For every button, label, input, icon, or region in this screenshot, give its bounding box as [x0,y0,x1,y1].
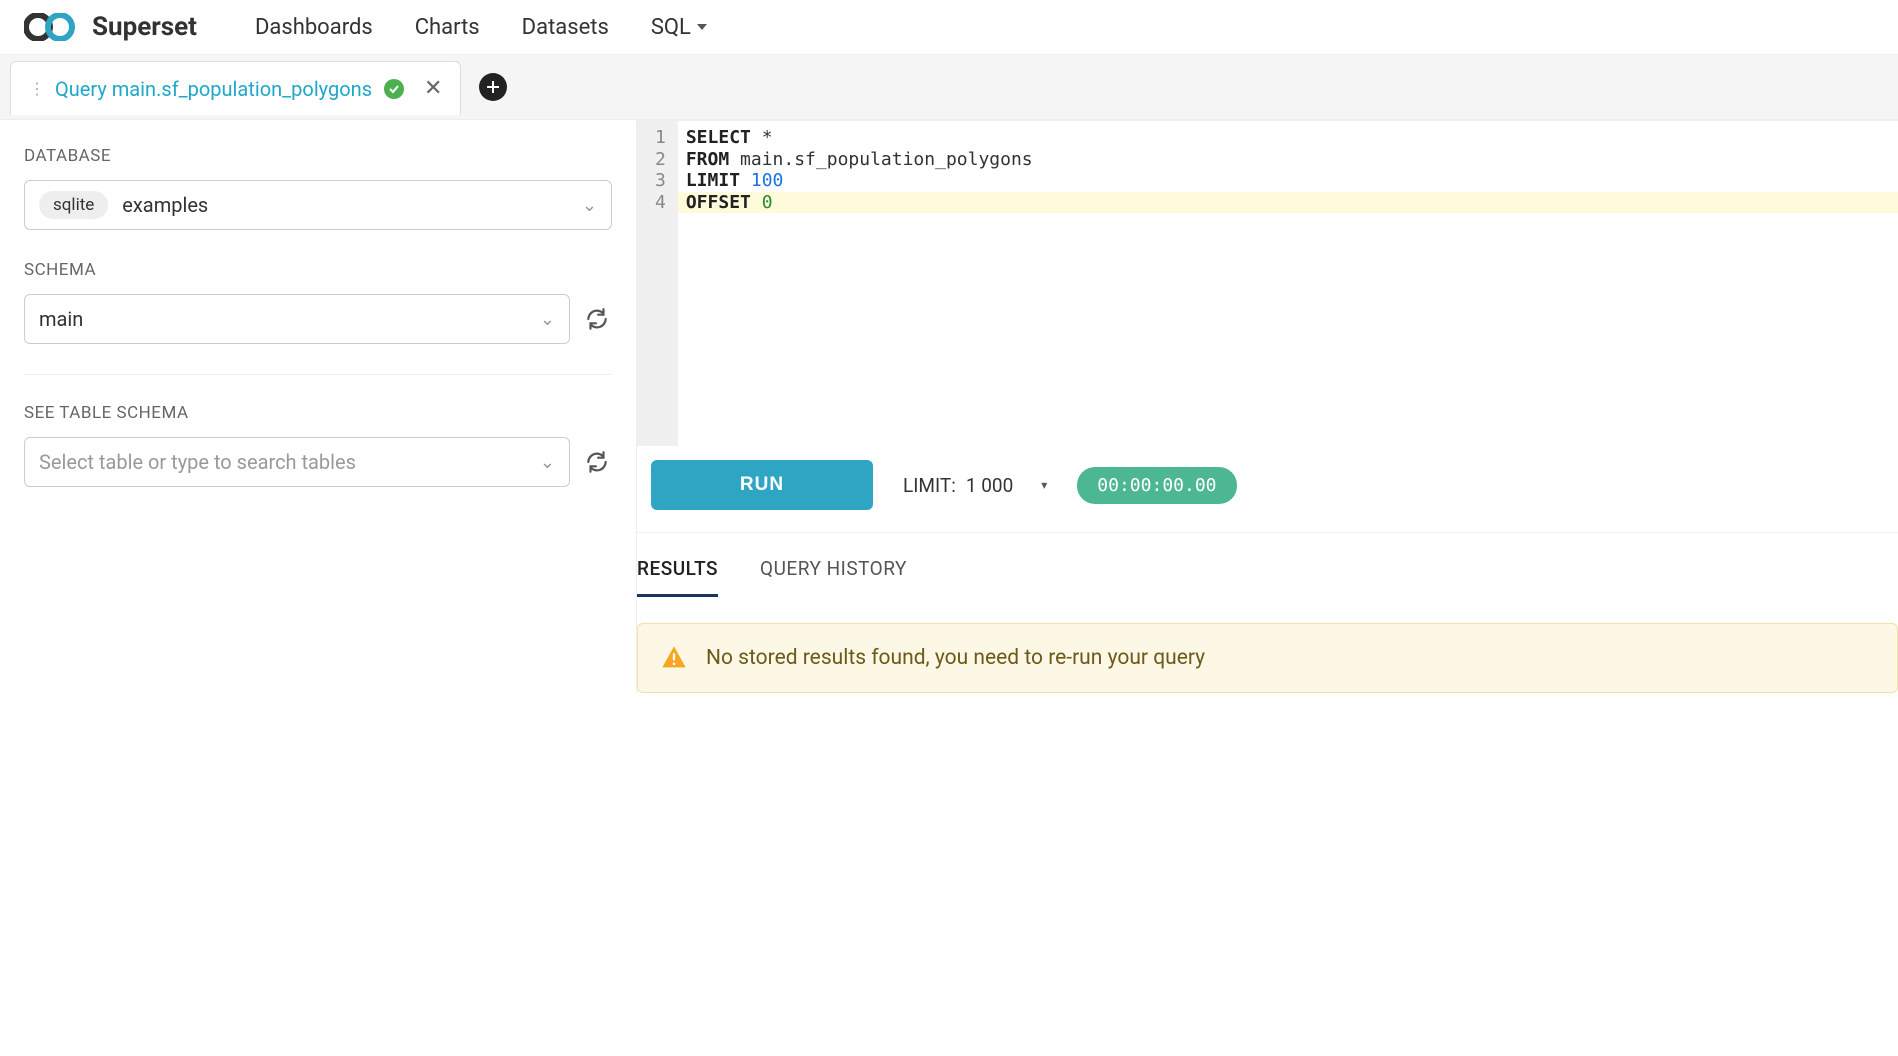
table-placeholder: Select table or type to search tables [39,450,356,474]
nav-sql-label: SQL [651,15,691,40]
code-lines[interactable]: SELECT * FROM main.sf_population_polygon… [678,121,1898,446]
sql-editor[interactable]: 1 2 3 4 SELECT * FROM main.sf_population… [637,120,1898,446]
chevron-down-icon: ⌄ [540,452,555,473]
table-label: SEE TABLE SCHEMA [24,403,612,423]
brand-logo[interactable]: Superset [24,12,197,42]
chevron-down-icon: ▾ [1041,478,1047,492]
nav-dashboards[interactable]: Dashboards [255,15,373,40]
query-timer: 00:00:00.00 [1077,467,1236,504]
code-line: LIMIT 100 [678,170,1898,192]
nav-charts[interactable]: Charts [415,15,480,40]
editor-area: 1 2 3 4 SELECT * FROM main.sf_population… [636,120,1898,693]
nav-datasets[interactable]: Datasets [522,15,609,40]
superset-logo-icon [24,13,82,41]
schema-section: SCHEMA main ⌄ [24,260,612,344]
close-tab-button[interactable]: ✕ [424,76,442,101]
schema-label: SCHEMA [24,260,612,280]
no-results-alert: No stored results found, you need to re-… [637,623,1898,693]
code-line: OFFSET 0 [678,192,1898,214]
run-button[interactable]: RUN [651,460,873,510]
table-section: SEE TABLE SCHEMA Select table or type to… [24,403,612,487]
query-tab-bar: ⋮ Query main.sf_population_polygons ✕ [0,54,1898,120]
refresh-icon [584,306,610,332]
alert-text: No stored results found, you need to re-… [706,646,1205,670]
db-type-badge: sqlite [39,191,108,219]
database-select[interactable]: sqlite examples ⌄ [24,180,612,230]
warning-icon [660,644,688,672]
table-select[interactable]: Select table or type to search tables ⌄ [24,437,570,487]
add-tab-button[interactable] [479,73,507,101]
chevron-down-icon [697,24,707,30]
line-number: 1 [655,127,666,149]
tab-drag-handle-icon[interactable]: ⋮ [29,79,43,98]
brand-text: Superset [92,12,197,42]
editor-controls: RUN LIMIT: 1 000 ▾ 00:00:00.00 [637,446,1898,533]
schema-value: main [39,307,83,331]
limit-select[interactable]: LIMIT: 1 000 ▾ [903,474,1047,497]
database-section: DATABASE sqlite examples ⌄ [24,146,612,230]
result-tabs: RESULTS QUERY HISTORY [637,533,1898,597]
db-value: examples [122,193,208,217]
limit-value: 1 000 [966,474,1013,497]
tab-query-history[interactable]: QUERY HISTORY [760,557,907,597]
database-label: DATABASE [24,146,612,166]
tab-results[interactable]: RESULTS [637,557,718,597]
query-tab[interactable]: ⋮ Query main.sf_population_polygons ✕ [10,61,461,115]
line-number: 2 [655,149,666,171]
code-line: SELECT * [678,127,1898,149]
refresh-schema-button[interactable] [582,304,612,334]
main-nav: Dashboards Charts Datasets SQL [255,15,707,40]
code-line: FROM main.sf_population_polygons [678,149,1898,171]
line-gutter: 1 2 3 4 [637,121,678,446]
limit-label: LIMIT: [903,474,956,497]
line-number: 4 [655,192,666,214]
refresh-icon [584,449,610,475]
refresh-tables-button[interactable] [582,447,612,477]
chevron-down-icon: ⌄ [540,309,555,330]
tab-title: Query main.sf_population_polygons [55,77,372,101]
schema-select[interactable]: main ⌄ [24,294,570,344]
main-content: DATABASE sqlite examples ⌄ SCHEMA main ⌄ [0,120,1898,693]
status-success-icon [384,79,404,99]
plus-icon [486,80,500,94]
sidebar: DATABASE sqlite examples ⌄ SCHEMA main ⌄ [0,120,636,693]
chevron-down-icon: ⌄ [582,195,597,216]
line-number: 3 [655,170,666,192]
header: Superset Dashboards Charts Datasets SQL [0,0,1898,54]
sidebar-divider [24,374,612,375]
nav-sql[interactable]: SQL [651,15,707,40]
